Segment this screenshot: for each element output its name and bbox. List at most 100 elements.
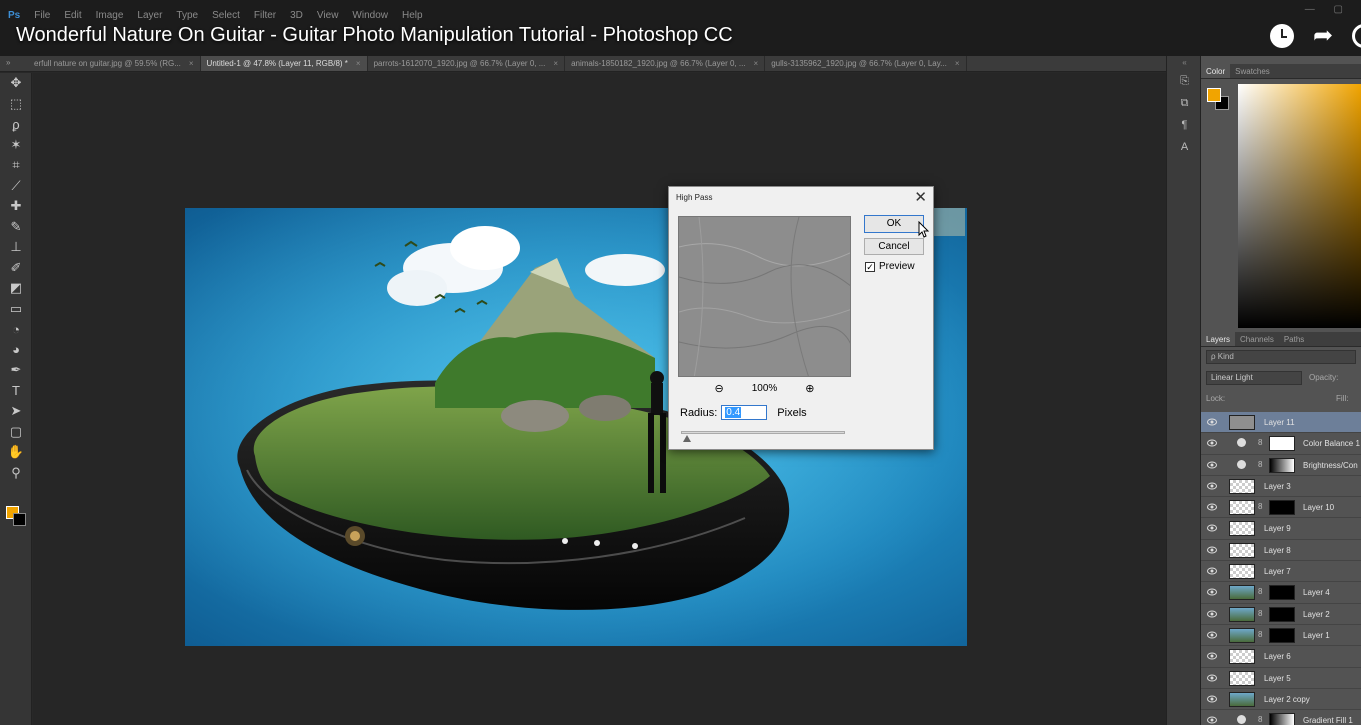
- blend-mode-select[interactable]: Linear Light: [1206, 371, 1302, 385]
- layer-mask-thumbnail[interactable]: [1269, 606, 1295, 622]
- layer-row[interactable]: 8 Gradient Fill 1: [1201, 710, 1361, 725]
- hand-icon[interactable]: ✋: [0, 442, 32, 463]
- tab-close-icon[interactable]: ×: [189, 59, 194, 68]
- menu-select[interactable]: Select: [212, 10, 240, 24]
- radius-slider[interactable]: [681, 431, 845, 442]
- panel-collapse-icon[interactable]: «: [1167, 56, 1202, 70]
- tab-channels[interactable]: Channels: [1235, 332, 1279, 346]
- dodge-icon[interactable]: ◕: [0, 340, 32, 361]
- color-picker-field[interactable]: [1238, 84, 1361, 328]
- layer-row[interactable]: 8 Brightness/Con: [1201, 455, 1361, 476]
- marquee-icon[interactable]: ⬚: [0, 94, 32, 115]
- tab-swatches[interactable]: Swatches: [1230, 64, 1275, 78]
- healing-brush-icon[interactable]: ✚: [0, 196, 32, 217]
- history-brush-icon[interactable]: ✐: [0, 258, 32, 279]
- menu-type[interactable]: Type: [176, 10, 198, 24]
- layer-row[interactable]: Layer 2 copy: [1201, 689, 1361, 711]
- crop-icon[interactable]: ⌗: [0, 155, 32, 176]
- mask-link-icon[interactable]: 8: [1258, 587, 1262, 596]
- window-controls[interactable]: — ▢: [1305, 4, 1351, 15]
- visibility-eye-icon[interactable]: [1207, 674, 1217, 682]
- magic-wand-icon[interactable]: ✶: [0, 135, 32, 156]
- mask-link-icon[interactable]: 8: [1258, 630, 1262, 639]
- cancel-button[interactable]: Cancel: [864, 238, 924, 255]
- visibility-eye-icon[interactable]: [1207, 695, 1217, 703]
- radius-input[interactable]: 0.4: [721, 405, 768, 420]
- mask-link-icon[interactable]: 8: [1258, 438, 1262, 447]
- background-color-swatch[interactable]: [13, 513, 26, 526]
- layer-row[interactable]: 8 Layer 1: [1201, 625, 1361, 647]
- character-panel-icon[interactable]: ¶: [1167, 114, 1202, 136]
- preview-checkbox[interactable]: ✓: [865, 261, 875, 272]
- zoom-icon[interactable]: ⚲: [0, 463, 32, 484]
- filter-preview[interactable]: [678, 216, 851, 377]
- document-tab[interactable]: gulls-3135962_1920.jpg @ 66.7% (Layer 0,…: [765, 56, 967, 71]
- path-select-icon[interactable]: ➤: [0, 401, 32, 422]
- menu-window[interactable]: Window: [352, 10, 388, 24]
- preview-checkbox-row[interactable]: ✓ Preview: [865, 261, 915, 272]
- tab-paths[interactable]: Paths: [1279, 332, 1309, 346]
- menu-file[interactable]: File: [34, 10, 50, 24]
- visibility-eye-icon[interactable]: [1207, 631, 1217, 639]
- mask-link-icon[interactable]: 8: [1258, 609, 1262, 618]
- layer-mask-thumbnail[interactable]: [1269, 436, 1295, 452]
- layer-row[interactable]: Layer 9: [1201, 518, 1361, 540]
- layer-row[interactable]: Layer 11: [1201, 412, 1361, 434]
- properties-panel-icon[interactable]: ⧉: [1167, 92, 1202, 114]
- layer-row[interactable]: 8 Layer 4: [1201, 582, 1361, 604]
- layer-row[interactable]: Layer 8: [1201, 540, 1361, 562]
- layer-mask-thumbnail[interactable]: [1269, 500, 1295, 516]
- menu-edit[interactable]: Edit: [64, 10, 81, 24]
- tab-close-icon[interactable]: ×: [754, 59, 759, 68]
- ok-button[interactable]: OK: [864, 215, 924, 233]
- menu-filter[interactable]: Filter: [254, 10, 276, 24]
- visibility-eye-icon[interactable]: [1207, 482, 1217, 490]
- layer-row[interactable]: 8 Layer 10: [1201, 497, 1361, 519]
- document-tab[interactable]: animals-1850182_1920.jpg @ 66.7% (Layer …: [565, 56, 766, 71]
- radius-slider-handle[interactable]: [683, 435, 691, 442]
- visibility-eye-icon[interactable]: [1207, 610, 1217, 618]
- layer-mask-thumbnail[interactable]: [1269, 713, 1295, 725]
- layer-filter-kind[interactable]: ρ Kind: [1206, 350, 1356, 364]
- layer-row[interactable]: Layer 6: [1201, 646, 1361, 668]
- visibility-eye-icon[interactable]: [1207, 588, 1217, 596]
- move-icon[interactable]: ✥: [0, 73, 32, 94]
- close-icon[interactable]: ✕: [914, 188, 927, 206]
- menu-3d[interactable]: 3D: [290, 10, 303, 24]
- visibility-eye-icon[interactable]: [1207, 567, 1217, 575]
- shape-icon[interactable]: ▢: [0, 422, 32, 443]
- color-panel-foreground-swatch[interactable]: [1207, 88, 1221, 102]
- layer-mask-thumbnail[interactable]: [1269, 627, 1295, 643]
- eyedropper-icon[interactable]: ⟋: [0, 176, 32, 197]
- tab-close-icon[interactable]: ×: [955, 59, 960, 68]
- visibility-eye-icon[interactable]: [1207, 503, 1217, 511]
- type-icon[interactable]: T: [0, 381, 32, 402]
- tab-close-icon[interactable]: ×: [356, 59, 361, 68]
- visibility-eye-icon[interactable]: [1207, 716, 1217, 724]
- visibility-eye-icon[interactable]: [1207, 461, 1217, 469]
- menu-image[interactable]: Image: [96, 10, 124, 24]
- layer-mask-thumbnail[interactable]: [1269, 457, 1295, 473]
- stamp-icon[interactable]: ⊥: [0, 237, 32, 258]
- zoom-out-icon[interactable]: ⊖: [714, 382, 723, 395]
- layer-row[interactable]: 8 Color Balance 1: [1201, 433, 1361, 455]
- eraser-icon[interactable]: ◩: [0, 278, 32, 299]
- layer-row[interactable]: 8 Layer 2: [1201, 604, 1361, 625]
- visibility-eye-icon[interactable]: [1207, 652, 1217, 660]
- tab-close-icon[interactable]: ×: [553, 59, 558, 68]
- brush-icon[interactable]: ✎: [0, 217, 32, 238]
- mask-link-icon[interactable]: 8: [1258, 460, 1262, 469]
- watch-later-clock-icon[interactable]: [1270, 24, 1294, 48]
- layer-row[interactable]: Layer 7: [1201, 561, 1361, 583]
- visibility-eye-icon[interactable]: [1207, 524, 1217, 532]
- mask-link-icon[interactable]: 8: [1258, 715, 1262, 724]
- pen-icon[interactable]: ✒: [0, 360, 32, 381]
- document-tab[interactable]: erfull nature on guitar.jpg @ 59.5% (RG.…: [28, 56, 201, 71]
- share-arrow-icon[interactable]: ➦: [1313, 22, 1341, 50]
- zoom-in-icon[interactable]: ⊕: [805, 382, 814, 395]
- visibility-eye-icon[interactable]: [1207, 546, 1217, 554]
- document-tab[interactable]: parrots-1612070_1920.jpg @ 66.7% (Layer …: [368, 56, 566, 71]
- paragraph-panel-icon[interactable]: A: [1167, 136, 1202, 158]
- visibility-eye-icon[interactable]: [1207, 439, 1217, 447]
- tab-layers[interactable]: Layers: [1201, 332, 1236, 346]
